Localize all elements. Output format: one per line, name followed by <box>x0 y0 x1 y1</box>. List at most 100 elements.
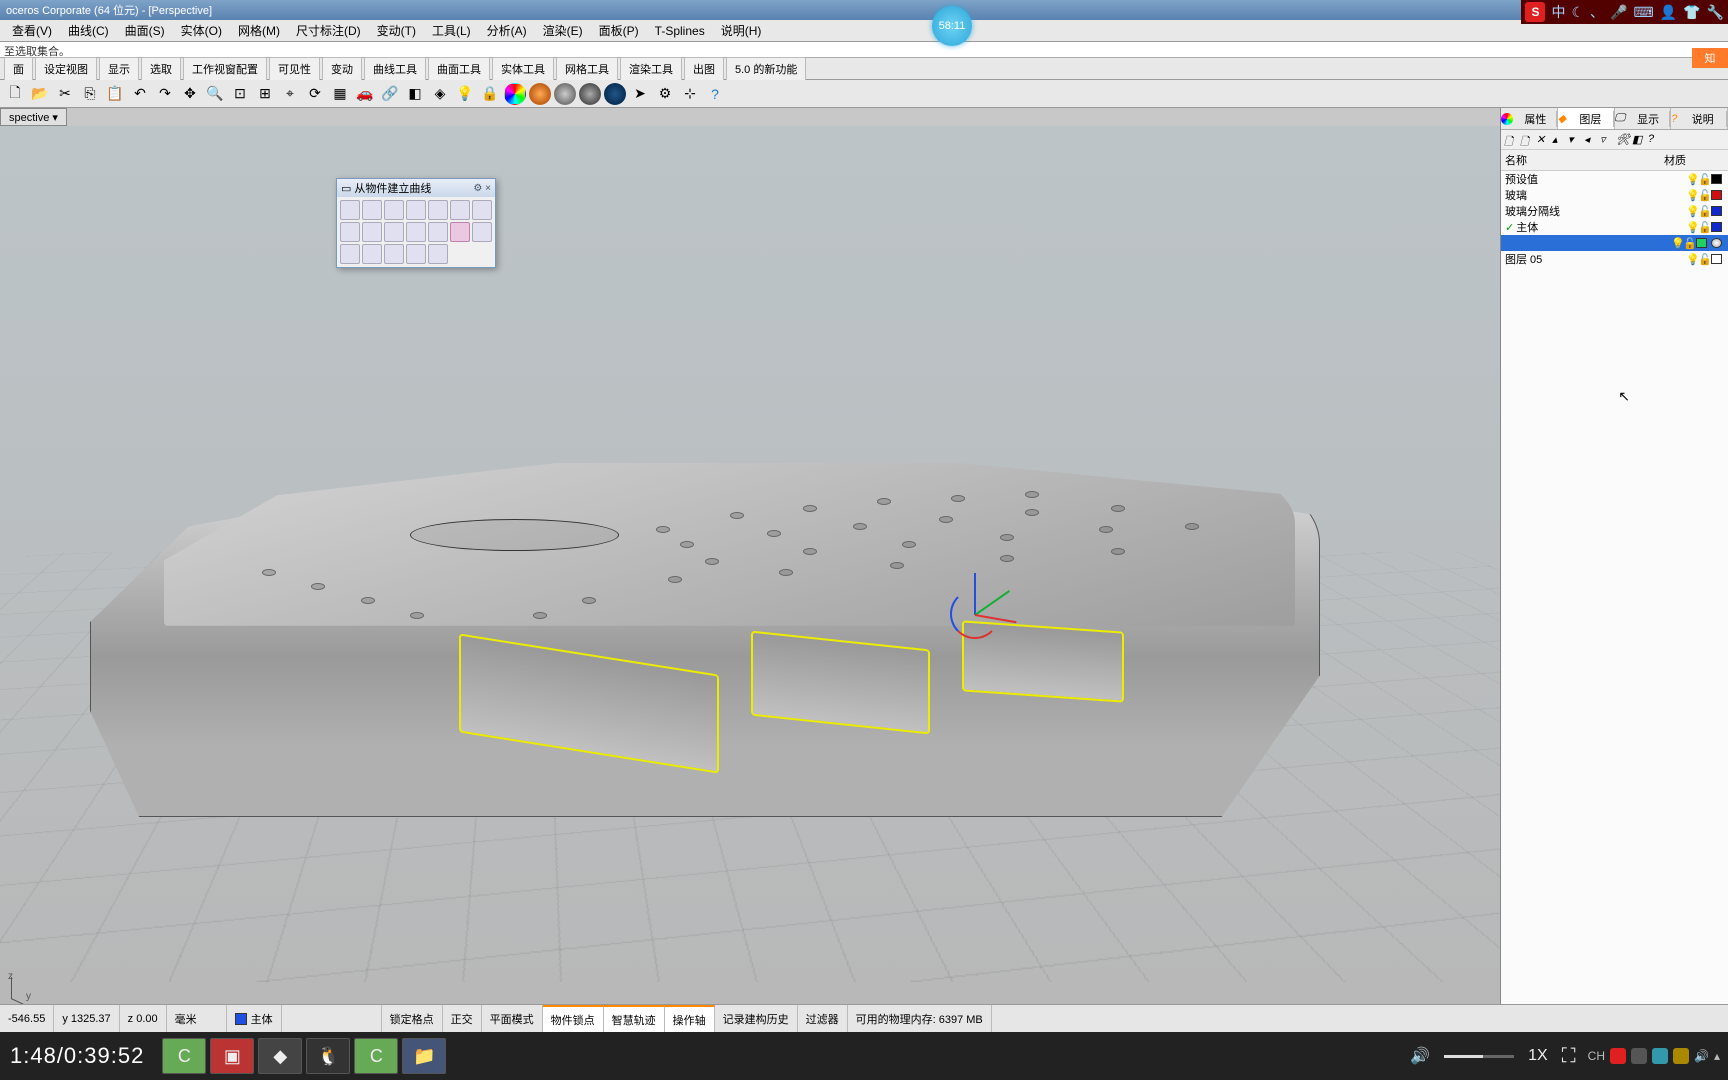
tool-icon[interactable] <box>340 244 360 264</box>
punct-icon[interactable]: 、 <box>1590 2 1604 22</box>
color-swatch[interactable] <box>1711 222 1722 232</box>
new-layer-icon[interactable]: 🗋 <box>1504 133 1518 147</box>
lock-icon[interactable]: 🔓 <box>1698 221 1708 234</box>
up-icon[interactable]: ▴ <box>1552 133 1566 147</box>
rotate-view-icon[interactable]: ⟳ <box>304 83 326 105</box>
layer-row[interactable]: 玻璃💡🔓 <box>1501 187 1728 203</box>
cursor-icon[interactable]: ➤ <box>629 83 651 105</box>
perspective-viewport[interactable]: zy <box>0 126 1500 1012</box>
gear-small-icon[interactable]: ⚙ <box>473 183 482 194</box>
user-icon[interactable]: 👤 <box>1660 4 1677 21</box>
car-icon[interactable]: 🚗 <box>354 83 376 105</box>
close-icon[interactable]: × <box>485 183 491 194</box>
down-icon[interactable]: ▾ <box>1568 133 1582 147</box>
status-ortho[interactable]: 正交 <box>443 1005 482 1032</box>
lock-icon[interactable]: 🔓 <box>1698 173 1708 186</box>
tool-icon[interactable] <box>472 222 492 242</box>
tray-icon[interactable] <box>1673 1048 1689 1064</box>
tab-display[interactable]: 显示 <box>99 57 139 80</box>
visibility-icon[interactable]: 💡 <box>1686 205 1696 218</box>
orange-badge[interactable]: 知 <box>1692 48 1728 68</box>
help-icon[interactable]: ? <box>704 83 726 105</box>
tab-properties[interactable]: 属性 <box>1501 108 1558 129</box>
namedview-icon[interactable]: ◈ <box>429 83 451 105</box>
tab-meshtools[interactable]: 网格工具 <box>556 57 618 80</box>
status-history[interactable]: 记录建构历史 <box>715 1005 798 1032</box>
layer-row[interactable]: ✓主体💡🔓 <box>1501 219 1728 235</box>
menu-tsplines[interactable]: T-Splines <box>647 22 713 40</box>
tab-layers[interactable]: ◆图层 <box>1558 108 1615 129</box>
menu-transform[interactable]: 变动(T) <box>369 20 424 41</box>
color-icon[interactable] <box>504 83 526 105</box>
ime-lang[interactable]: 中 <box>1551 2 1565 22</box>
layer-row-selected[interactable]: 💡🔓 <box>1501 235 1728 251</box>
zoom-icon[interactable]: 🔍 <box>204 83 226 105</box>
tab-surfacetools[interactable]: 曲面工具 <box>428 57 490 80</box>
tool-icon[interactable] <box>428 200 448 220</box>
tab-curvetools[interactable]: 曲线工具 <box>364 57 426 80</box>
gear-icon[interactable]: ⚙ <box>654 83 676 105</box>
menu-view[interactable]: 查看(V) <box>4 20 60 41</box>
mic-icon[interactable]: 🎤 <box>1610 4 1627 21</box>
grid-icon[interactable]: ▦ <box>329 83 351 105</box>
menu-tools[interactable]: 工具(L) <box>424 20 479 41</box>
tab-drafting[interactable]: 出图 <box>684 57 724 80</box>
tool-icon[interactable] <box>428 244 448 264</box>
tool-icon[interactable] <box>362 200 382 220</box>
keyboard-icon[interactable]: ⌨ <box>1633 4 1653 21</box>
tray-icon[interactable] <box>1631 1048 1647 1064</box>
filter-icon[interactable]: ▿ <box>1600 133 1614 147</box>
tool-icon[interactable] <box>384 200 404 220</box>
new-icon[interactable]: 🗋 <box>4 83 26 105</box>
prev-icon[interactable]: ◂ <box>1584 133 1598 147</box>
tool-icon[interactable] <box>428 222 448 242</box>
tool-icon[interactable] <box>450 200 470 220</box>
move-icon[interactable]: ✥ <box>179 83 201 105</box>
status-layer[interactable]: 主体 <box>227 1005 282 1032</box>
tab-visibility[interactable]: 可见性 <box>269 57 320 80</box>
tool-icon[interactable] <box>472 200 492 220</box>
menu-analysis[interactable]: 分析(A) <box>479 20 535 41</box>
tray-icon[interactable] <box>1652 1048 1668 1064</box>
menu-mesh[interactable]: 网格(M) <box>230 20 288 41</box>
undo-icon[interactable]: ↶ <box>129 83 151 105</box>
lock-icon[interactable]: 🔓 <box>1683 237 1693 250</box>
tray-lang[interactable]: CH <box>1588 1049 1605 1063</box>
tool-icon[interactable] <box>384 222 404 242</box>
light-icon[interactable]: 💡 <box>454 83 476 105</box>
visibility-icon[interactable]: 💡 <box>1671 237 1681 250</box>
curve-from-object-panel[interactable]: ▭从物件建立曲线 ⚙ × <box>336 178 496 268</box>
visibility-icon[interactable]: 💡 <box>1686 253 1696 266</box>
menu-curve[interactable]: 曲线(C) <box>60 20 117 41</box>
color-swatch[interactable] <box>1696 238 1707 248</box>
viewport-label[interactable]: spective ▾ <box>0 108 67 126</box>
paste-icon[interactable]: 📋 <box>104 83 126 105</box>
tab-setview[interactable]: 设定视图 <box>35 57 97 80</box>
ime-bar[interactable]: S 中 ☾ 、 🎤 ⌨ 👤 👕 🔧 <box>1521 0 1728 24</box>
wrench-icon[interactable]: 🔧 <box>1707 4 1724 21</box>
layer-row[interactable]: 图层 05💡🔓 <box>1501 251 1728 267</box>
lock-icon[interactable]: 🔓 <box>1698 189 1708 202</box>
app-sketchup[interactable]: ▣ <box>210 1038 254 1074</box>
color-swatch[interactable] <box>1711 174 1722 184</box>
tab-transform[interactable]: 变动 <box>322 57 362 80</box>
lock-icon[interactable]: 🔓 <box>1698 253 1708 266</box>
tool-icon[interactable] <box>384 244 404 264</box>
tab-solidtools[interactable]: 实体工具 <box>492 57 554 80</box>
visibility-icon[interactable]: 💡 <box>1686 221 1696 234</box>
cut-icon[interactable]: ✂ <box>54 83 76 105</box>
fullscreen-exit-icon[interactable]: ⛶ <box>1562 1045 1576 1068</box>
menu-panel[interactable]: 面板(P) <box>591 20 647 41</box>
tool-icon-selected[interactable] <box>450 222 470 242</box>
tool-icon[interactable] <box>406 222 426 242</box>
visibility-icon[interactable]: 💡 <box>1686 173 1696 186</box>
tool-icon[interactable] <box>406 200 426 220</box>
zoom-window-icon[interactable]: ⊡ <box>229 83 251 105</box>
tab-rendertools[interactable]: 渲染工具 <box>620 57 682 80</box>
command-line[interactable]: 至选取集合。 <box>0 42 1728 58</box>
tray-expand-icon[interactable]: ▴ <box>1714 1049 1720 1063</box>
speed-label[interactable]: 1X <box>1528 1047 1548 1065</box>
app-explorer[interactable]: 📁 <box>402 1038 446 1074</box>
moon-icon[interactable]: ☾ <box>1571 4 1584 21</box>
status-osnap[interactable]: 物件锁点 <box>543 1005 604 1032</box>
